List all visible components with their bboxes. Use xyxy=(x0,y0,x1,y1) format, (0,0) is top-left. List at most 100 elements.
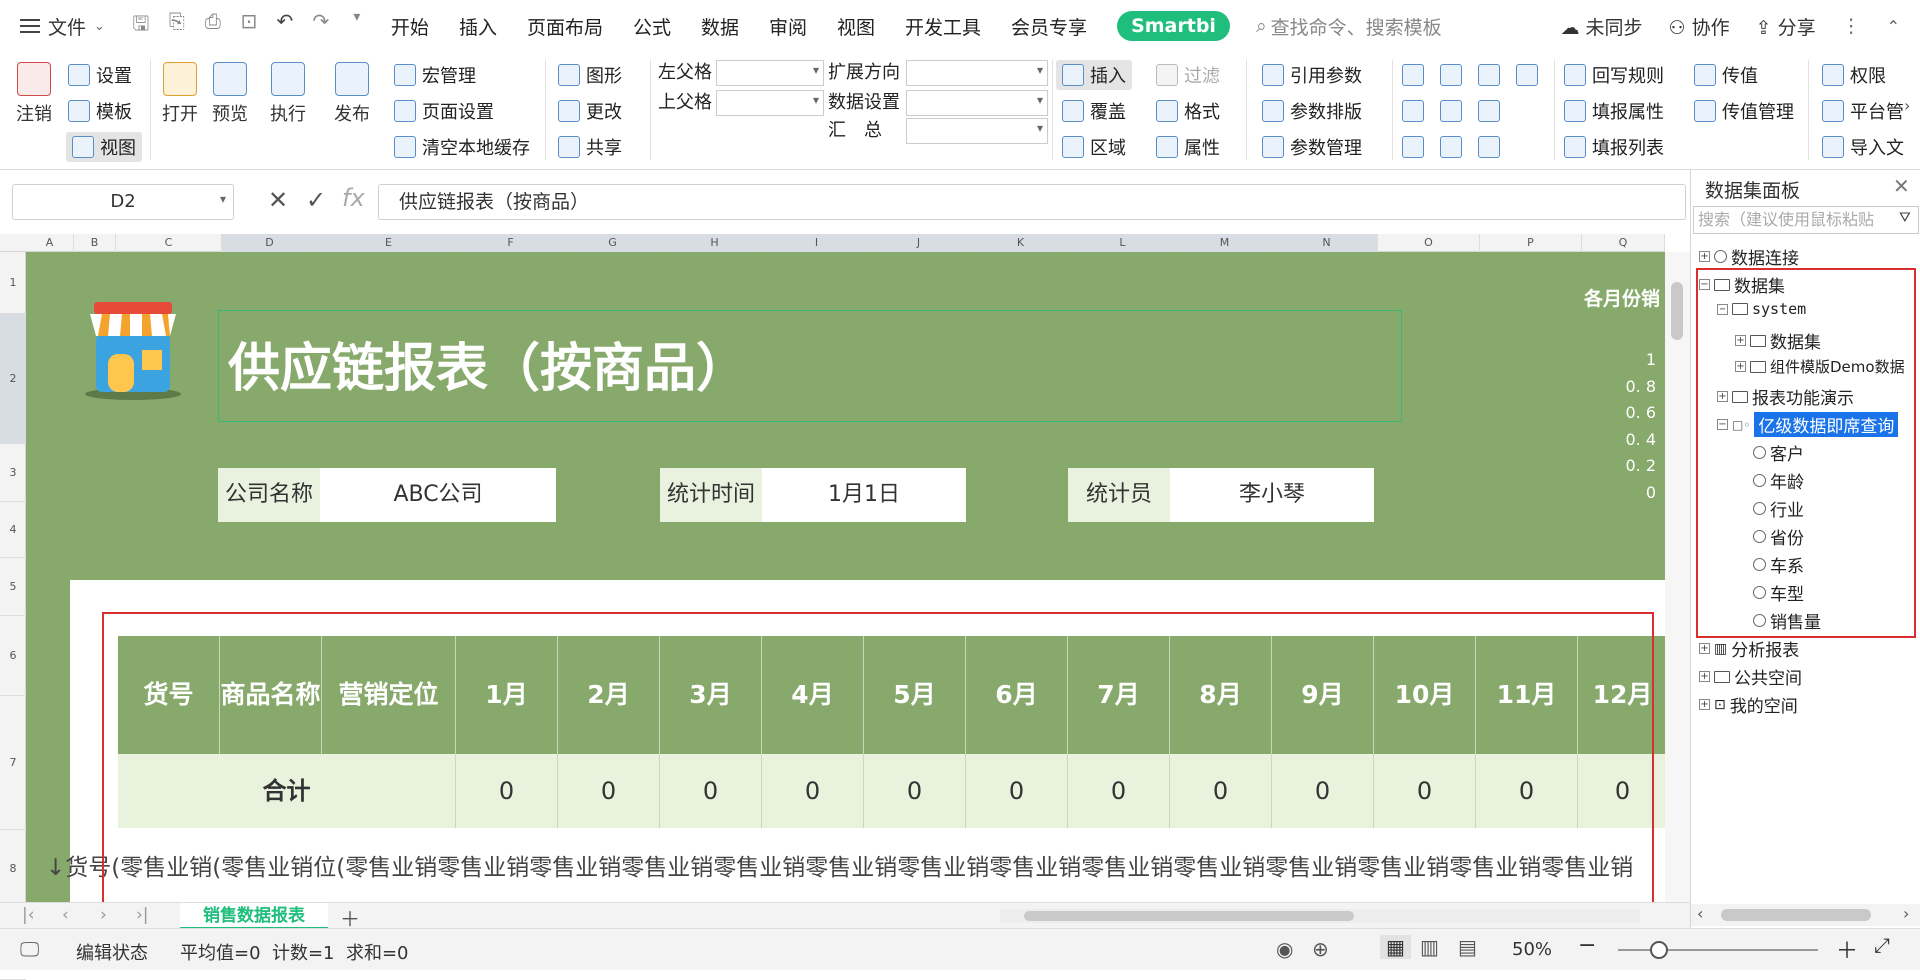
cancel-icon[interactable]: ✕ xyxy=(268,186,288,214)
last-sheet-icon[interactable]: ›| xyxy=(136,905,149,925)
prev-sheet-icon[interactable]: ‹ xyxy=(62,905,69,925)
collab-button[interactable]: ⚇ 协作 xyxy=(1669,13,1730,40)
platform-button[interactable]: 平台管 xyxy=(1822,98,1904,124)
tree-node-mine[interactable]: + ⊡ 我的空间 xyxy=(1699,692,1798,717)
column-header[interactable]: Q xyxy=(1582,234,1665,252)
param-mgmt-button[interactable]: 参数管理 xyxy=(1262,134,1362,160)
panel-horizontal-scrollbar[interactable]: ‹ › xyxy=(1691,904,1920,926)
format-button[interactable]: 格式 xyxy=(1156,98,1220,124)
clear-cache-button[interactable]: 清空本地缓存 xyxy=(394,134,530,160)
data-settings-select[interactable] xyxy=(906,90,1048,116)
ref-param-button[interactable]: 引用参数 xyxy=(1262,62,1362,88)
share-button[interactable]: ⇪ 分享 xyxy=(1756,13,1816,40)
tree-node-analysis[interactable]: + ▥ 分析报表 xyxy=(1699,636,1799,661)
widget-icon[interactable] xyxy=(1440,64,1462,86)
file-menu[interactable]: 文件 ⌄ xyxy=(20,13,105,40)
close-icon[interactable]: ✕ xyxy=(1893,174,1910,198)
zoom-in-icon[interactable]: ＋ xyxy=(1836,933,1858,965)
template-button[interactable]: 模板 xyxy=(68,98,132,124)
view-button[interactable]: 视图 xyxy=(66,132,142,162)
left-parent-select[interactable] xyxy=(716,60,824,86)
widget-icon[interactable] xyxy=(1478,136,1500,158)
vertical-scrollbar[interactable] xyxy=(1665,252,1690,902)
smartbi-tab[interactable]: Smartbi xyxy=(1117,11,1230,41)
confirm-icon[interactable]: ✓ xyxy=(306,186,326,214)
publish-button[interactable]: 发布 xyxy=(334,62,370,126)
command-search[interactable]: ⌕ 查找命令、搜索模板 xyxy=(1256,13,1442,40)
column-header[interactable]: O xyxy=(1378,234,1480,252)
zoom-slider[interactable] xyxy=(1618,949,1818,951)
widget-icon[interactable] xyxy=(1478,100,1500,122)
widget-icon[interactable] xyxy=(1516,64,1538,86)
settings-button[interactable]: 设置 xyxy=(68,62,132,88)
pass-mgmt-button[interactable]: 传值管理 xyxy=(1694,98,1794,124)
column-header[interactable]: P xyxy=(1480,234,1582,252)
print-icon[interactable]: ⎙ xyxy=(195,9,231,43)
status-monitor-icon[interactable]: 🖵 xyxy=(20,937,39,961)
import-button[interactable]: 导入文 xyxy=(1822,134,1904,160)
column-header[interactable]: C xyxy=(116,234,222,252)
column-header[interactable]: K xyxy=(970,234,1072,252)
row-header[interactable]: 4 xyxy=(0,502,26,558)
normal-view-icon[interactable]: ▦ xyxy=(1380,935,1411,959)
permission-button[interactable]: 权限 xyxy=(1822,62,1886,88)
column-header[interactable]: G xyxy=(562,234,664,252)
company-value[interactable]: ABC公司 xyxy=(320,468,556,522)
row-header[interactable]: 3 xyxy=(0,444,26,502)
pass-value-button[interactable]: 传值 xyxy=(1694,62,1758,88)
column-header[interactable]: D xyxy=(222,234,318,252)
ribbon-scroll-right-icon[interactable]: › xyxy=(1904,96,1910,115)
row-header[interactable]: 2 xyxy=(0,314,26,444)
column-header[interactable]: L xyxy=(1072,234,1174,252)
more-icon[interactable]: ⋮ xyxy=(1842,15,1861,37)
area-button[interactable]: 区域 xyxy=(1062,134,1126,160)
scroll-right-icon[interactable]: › xyxy=(1903,904,1909,923)
insert-ribbon-button[interactable]: 插入 xyxy=(1056,60,1132,90)
widget-icon[interactable] xyxy=(1402,64,1424,86)
macro-button[interactable]: 宏管理 xyxy=(394,62,476,88)
page-view-icon[interactable]: ▥ xyxy=(1420,935,1439,959)
menu-member[interactable]: 会员专享 xyxy=(1011,13,1087,40)
menu-insert[interactable]: 插入 xyxy=(459,13,497,40)
undo-icon[interactable]: ↶ xyxy=(267,9,303,43)
next-sheet-icon[interactable]: › xyxy=(100,905,107,925)
sheet-tab[interactable]: 销售数据报表 xyxy=(180,903,328,929)
column-header[interactable]: H xyxy=(664,234,766,252)
column-header[interactable]: F xyxy=(460,234,562,252)
row-header[interactable]: 7 xyxy=(0,696,26,830)
top-parent-select[interactable] xyxy=(716,90,824,116)
scroll-left-icon[interactable]: ‹ xyxy=(1697,904,1703,923)
expand-direction-select[interactable] xyxy=(906,60,1048,86)
tree-node-public[interactable]: + 公共空间 xyxy=(1699,664,1802,689)
panel-search-input[interactable]: 搜索（建议使用鼠标粘贴 xyxy=(1693,206,1919,234)
menu-review[interactable]: 审阅 xyxy=(769,13,807,40)
writeback-rule-button[interactable]: 回写规则 xyxy=(1564,62,1664,88)
zoom-level[interactable]: 50% xyxy=(1512,939,1552,960)
tree-node-data-connection[interactable]: + 数据连接 xyxy=(1699,244,1799,269)
param-layout-button[interactable]: 参数排版 xyxy=(1262,98,1362,124)
column-header[interactable]: M xyxy=(1174,234,1276,252)
first-sheet-icon[interactable]: |‹ xyxy=(22,905,35,925)
collapse-ribbon-icon[interactable]: ⌃ xyxy=(1887,17,1900,36)
redo-icon[interactable]: ↷ xyxy=(303,9,339,43)
widget-icon[interactable] xyxy=(1478,64,1500,86)
widget-icon[interactable] xyxy=(1440,100,1462,122)
fill-list-button[interactable]: 填报列表 xyxy=(1564,134,1664,160)
share-ribbon-button[interactable]: 共享 xyxy=(558,134,622,160)
horizontal-scrollbar[interactable] xyxy=(1000,909,1640,923)
column-header[interactable]: N xyxy=(1276,234,1378,252)
zoom-out-icon[interactable]: − xyxy=(1578,933,1596,958)
modify-button[interactable]: 更改 xyxy=(558,98,622,124)
zoom-slider-handle[interactable] xyxy=(1650,941,1668,959)
row-header[interactable]: 1 xyxy=(0,252,26,314)
panel-scroll-thumb[interactable] xyxy=(1721,909,1871,921)
quick-access-more-icon[interactable]: ▾ xyxy=(339,9,375,43)
checkbox-widget-icon[interactable] xyxy=(1402,136,1424,158)
summary-select[interactable] xyxy=(906,118,1048,144)
property-button[interactable]: 属性 xyxy=(1156,134,1220,160)
menu-home[interactable]: 开始 xyxy=(391,13,429,40)
vertical-scroll-thumb[interactable] xyxy=(1671,282,1683,340)
time-value[interactable]: 1月1日 xyxy=(762,468,966,522)
column-header[interactable]: A xyxy=(26,234,74,252)
widget-icon[interactable] xyxy=(1440,136,1462,158)
